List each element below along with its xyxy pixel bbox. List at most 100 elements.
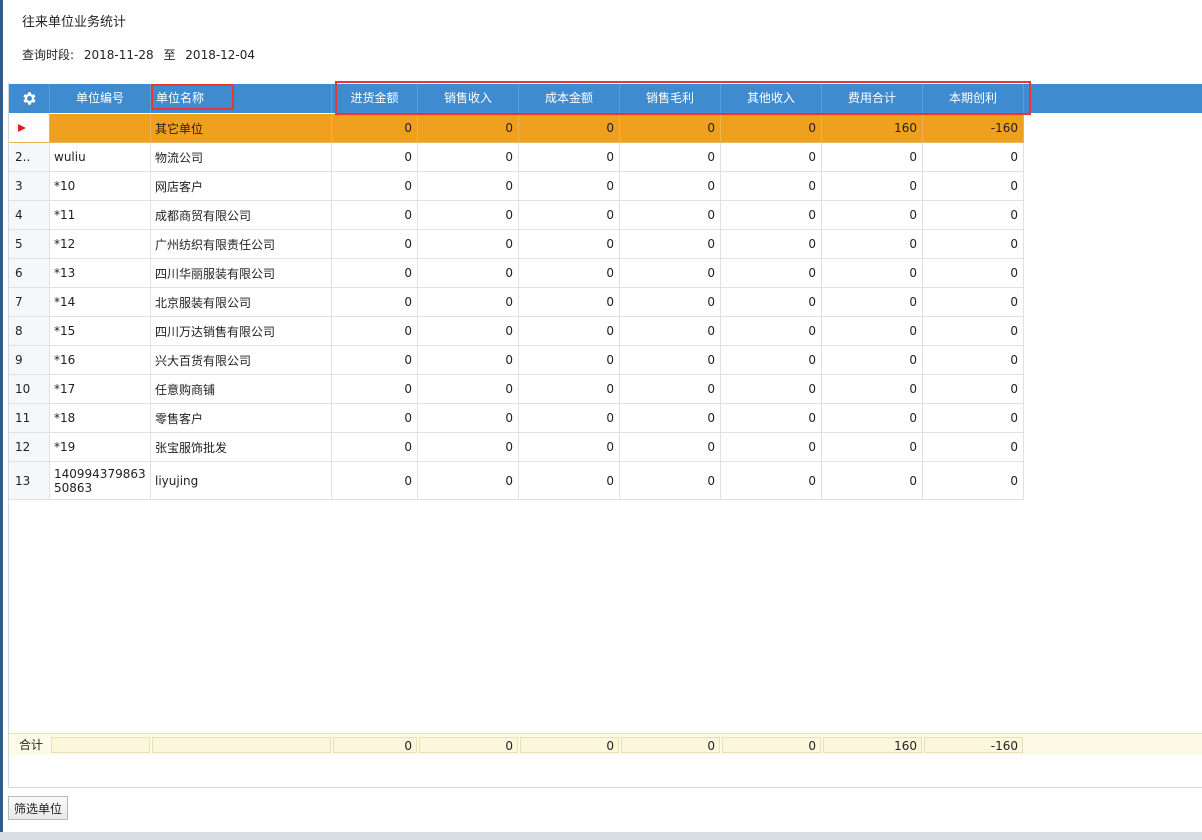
cell-purchase[interactable]: 0: [332, 288, 418, 317]
cell-sales[interactable]: 0: [418, 288, 519, 317]
cell-profit[interactable]: -160: [923, 114, 1024, 143]
cell-cost[interactable]: 0: [519, 201, 620, 230]
cell-profit[interactable]: 0: [923, 230, 1024, 259]
cell-gross[interactable]: 0: [620, 433, 721, 462]
row-index[interactable]: 8: [9, 317, 50, 346]
cell-code[interactable]: *10: [50, 172, 151, 201]
cell-code[interactable]: *13: [50, 259, 151, 288]
cell-name[interactable]: 四川万达销售有限公司: [151, 317, 332, 346]
cell-code[interactable]: [50, 114, 151, 143]
cell-code[interactable]: *15: [50, 317, 151, 346]
cell-purchase[interactable]: 0: [332, 433, 418, 462]
cell-expense[interactable]: 0: [822, 404, 923, 433]
cell-gross[interactable]: 0: [620, 404, 721, 433]
cell-profit[interactable]: 0: [923, 433, 1024, 462]
cell-cost[interactable]: 0: [519, 375, 620, 404]
row-index[interactable]: 4: [9, 201, 50, 230]
cell-purchase[interactable]: 0: [332, 404, 418, 433]
col-header-code[interactable]: 单位编号: [50, 84, 151, 113]
cell-sales[interactable]: 0: [418, 114, 519, 143]
cell-other-income[interactable]: 0: [721, 317, 822, 346]
cell-purchase[interactable]: 0: [332, 143, 418, 172]
cell-code[interactable]: *19: [50, 433, 151, 462]
cell-cost[interactable]: 0: [519, 462, 620, 500]
cell-code[interactable]: *18: [50, 404, 151, 433]
cell-expense[interactable]: 0: [822, 288, 923, 317]
table-row[interactable]: 7 *14 北京服装有限公司 0 0 0 0 0 0 0: [9, 288, 1024, 317]
cell-sales[interactable]: 0: [418, 462, 519, 500]
cell-sales[interactable]: 0: [418, 404, 519, 433]
cell-profit[interactable]: 0: [923, 143, 1024, 172]
cell-other-income[interactable]: 0: [721, 433, 822, 462]
cell-other-income[interactable]: 0: [721, 259, 822, 288]
row-index[interactable]: 6: [9, 259, 50, 288]
cell-gross[interactable]: 0: [620, 317, 721, 346]
cell-other-income[interactable]: 0: [721, 375, 822, 404]
row-index[interactable]: 13: [9, 462, 50, 500]
cell-expense[interactable]: 0: [822, 230, 923, 259]
cell-sales[interactable]: 0: [418, 317, 519, 346]
cell-gross[interactable]: 0: [620, 375, 721, 404]
cell-other-income[interactable]: 0: [721, 462, 822, 500]
row-index[interactable]: 9: [9, 346, 50, 375]
cell-purchase[interactable]: 0: [332, 375, 418, 404]
cell-sales[interactable]: 0: [418, 433, 519, 462]
grid-settings-cell[interactable]: [9, 84, 50, 113]
cell-code[interactable]: *17: [50, 375, 151, 404]
cell-cost[interactable]: 0: [519, 404, 620, 433]
row-index[interactable]: 2..: [9, 143, 50, 172]
cell-code[interactable]: wuliu: [50, 143, 151, 172]
cell-profit[interactable]: 0: [923, 346, 1024, 375]
cell-code[interactable]: *16: [50, 346, 151, 375]
row-index[interactable]: 11: [9, 404, 50, 433]
table-row[interactable]: 11 *18 零售客户 0 0 0 0 0 0 0: [9, 404, 1024, 433]
row-index[interactable]: 12: [9, 433, 50, 462]
cell-cost[interactable]: 0: [519, 346, 620, 375]
cell-gross[interactable]: 0: [620, 259, 721, 288]
cell-profit[interactable]: 0: [923, 288, 1024, 317]
table-row[interactable]: 2.. wuliu 物流公司 0 0 0 0 0 0 0: [9, 143, 1024, 172]
cell-cost[interactable]: 0: [519, 172, 620, 201]
cell-other-income[interactable]: 0: [721, 230, 822, 259]
cell-code[interactable]: 14099437986350863: [50, 462, 151, 500]
table-row[interactable]: 12 *19 张宝服饰批发 0 0 0 0 0 0 0: [9, 433, 1024, 462]
cell-purchase[interactable]: 0: [332, 201, 418, 230]
cell-cost[interactable]: 0: [519, 259, 620, 288]
cell-purchase[interactable]: 0: [332, 317, 418, 346]
cell-sales[interactable]: 0: [418, 346, 519, 375]
cell-code[interactable]: *11: [50, 201, 151, 230]
cell-expense[interactable]: 0: [822, 201, 923, 230]
table-row[interactable]: 3 *10 网店客户 0 0 0 0 0 0 0: [9, 172, 1024, 201]
cell-other-income[interactable]: 0: [721, 172, 822, 201]
cell-cost[interactable]: 0: [519, 288, 620, 317]
cell-name[interactable]: 其它单位: [151, 114, 332, 143]
cell-expense[interactable]: 0: [822, 172, 923, 201]
cell-name[interactable]: 兴大百货有限公司: [151, 346, 332, 375]
table-row[interactable]: 10 *17 任意购商铺 0 0 0 0 0 0 0: [9, 375, 1024, 404]
cell-expense[interactable]: 0: [822, 375, 923, 404]
cell-sales[interactable]: 0: [418, 230, 519, 259]
cell-name[interactable]: liyujing: [151, 462, 332, 500]
cell-gross[interactable]: 0: [620, 114, 721, 143]
cell-gross[interactable]: 0: [620, 288, 721, 317]
table-row[interactable]: 5 *12 广州纺织有限责任公司 0 0 0 0 0 0 0: [9, 230, 1024, 259]
cell-profit[interactable]: 0: [923, 375, 1024, 404]
cell-profit[interactable]: 0: [923, 259, 1024, 288]
cell-profit[interactable]: 0: [923, 404, 1024, 433]
cell-purchase[interactable]: 0: [332, 462, 418, 500]
cell-name[interactable]: 网店客户: [151, 172, 332, 201]
cell-expense[interactable]: 0: [822, 143, 923, 172]
row-index[interactable]: [9, 114, 50, 143]
cell-expense[interactable]: 0: [822, 259, 923, 288]
cell-gross[interactable]: 0: [620, 346, 721, 375]
cell-expense[interactable]: 0: [822, 462, 923, 500]
table-row[interactable]: 13 14099437986350863 liyujing 0 0 0 0 0 0 0: [9, 462, 1024, 500]
cell-name[interactable]: 广州纺织有限责任公司: [151, 230, 332, 259]
cell-purchase[interactable]: 0: [332, 230, 418, 259]
cell-profit[interactable]: 0: [923, 201, 1024, 230]
cell-code[interactable]: *14: [50, 288, 151, 317]
cell-code[interactable]: *12: [50, 230, 151, 259]
cell-purchase[interactable]: 0: [332, 114, 418, 143]
cell-sales[interactable]: 0: [418, 259, 519, 288]
cell-expense[interactable]: 0: [822, 346, 923, 375]
